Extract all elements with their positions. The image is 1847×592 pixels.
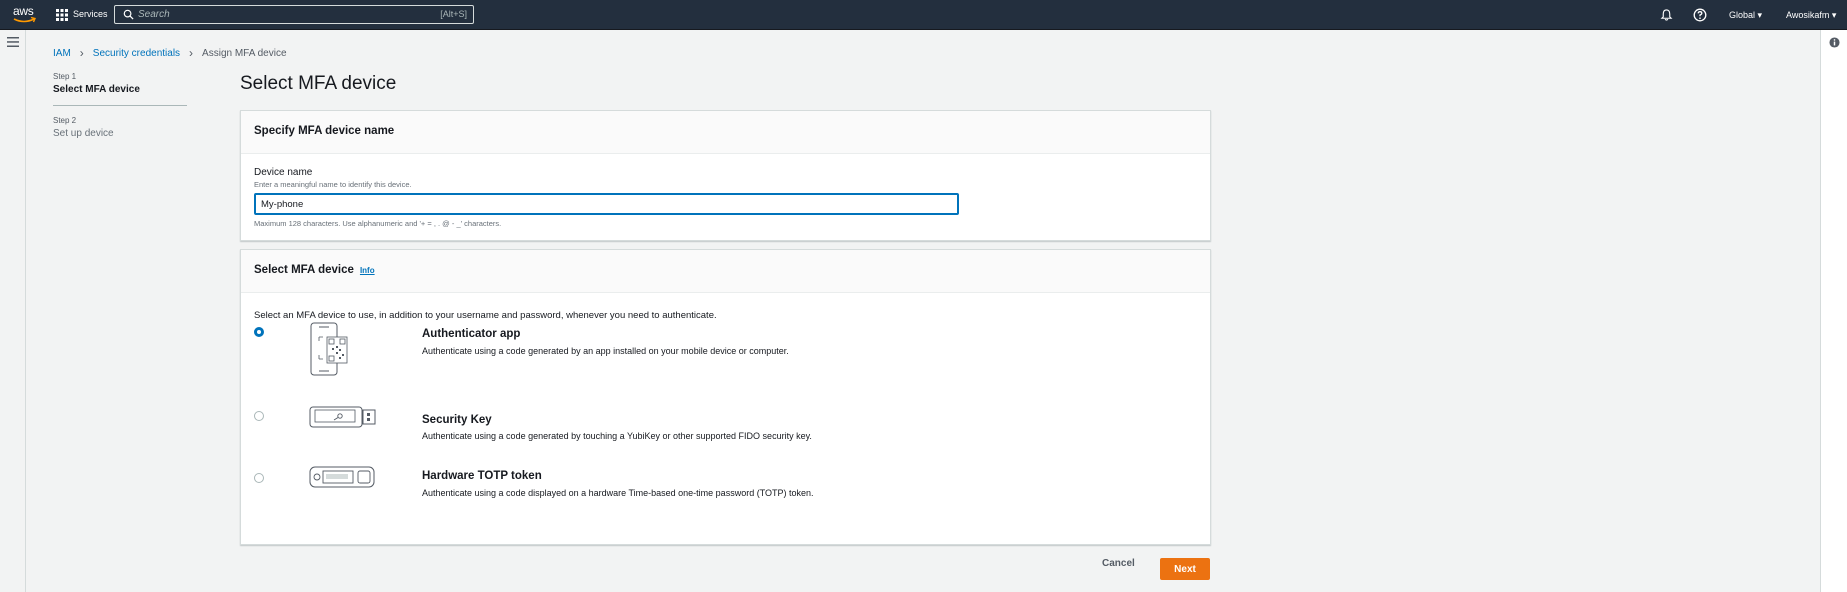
aws-smile-icon: [13, 16, 36, 23]
device-name-constraint: Maximum 128 characters. Use alphanumeric…: [254, 219, 502, 228]
help-icon[interactable]: [1693, 8, 1707, 22]
option-authenticator-app[interactable]: Authenticator app Authenticate using a c…: [254, 322, 1194, 387]
security-key-usb-icon: [309, 406, 376, 428]
notifications-bell-icon[interactable]: [1660, 8, 1673, 22]
search-icon: [123, 9, 134, 20]
wizard-steps: Step 1 Select MFA device Step 2 Set up d…: [53, 72, 187, 139]
search-shortcut-hint: [Alt+S]: [440, 9, 467, 19]
info-panel-icon[interactable]: [1829, 37, 1840, 48]
top-navigation: aws Services [Alt+S] Global ▾ Awosikafm …: [0, 0, 1847, 30]
device-name-label: Device name: [254, 167, 313, 178]
step-number: Step 1: [53, 72, 77, 81]
cancel-button[interactable]: Cancel: [1102, 558, 1135, 569]
aws-logo[interactable]: aws: [12, 4, 38, 25]
option-description: Authenticate using a code generated by t…: [422, 431, 812, 441]
authenticator-app-radio[interactable]: [254, 327, 264, 337]
hardware-totp-radio[interactable]: [254, 473, 264, 483]
info-link[interactable]: Info: [360, 266, 375, 275]
wizard-step-2: Step 2 Set up device: [53, 105, 187, 139]
search-box[interactable]: [Alt+S]: [114, 5, 474, 24]
option-description: Authenticate using a code displayed on a…: [422, 488, 814, 498]
panel-heading: Specify MFA device name: [241, 111, 1210, 154]
panel-description: Select an MFA device to use, in addition…: [254, 310, 717, 321]
option-title: Authenticator app: [422, 328, 521, 340]
breadcrumb-link-security-credentials[interactable]: Security credentials: [93, 48, 180, 59]
option-title: Security Key: [422, 414, 492, 426]
select-device-panel: Select MFA device Info Select an MFA devi…: [240, 249, 1211, 545]
option-hardware-totp-token[interactable]: Hardware TOTP token Authenticate using a…: [254, 466, 1194, 523]
device-name-input[interactable]: [254, 193, 959, 215]
next-button[interactable]: Next: [1160, 558, 1210, 580]
account-menu[interactable]: Awosikafm ▾: [1786, 10, 1836, 21]
step-label: Select MFA device: [53, 84, 140, 95]
option-title: Hardware TOTP token: [422, 470, 542, 482]
wizard-step-1: Step 1 Select MFA device: [53, 72, 187, 95]
breadcrumb-current: Assign MFA device: [202, 47, 287, 59]
panel-heading: Select MFA device Info: [241, 250, 1210, 293]
breadcrumb-link-iam[interactable]: IAM: [53, 48, 71, 59]
right-tools-rail: [1820, 30, 1847, 592]
mobile-phone-qr-icon: [310, 322, 348, 376]
hardware-token-icon: [309, 466, 375, 488]
region-selector[interactable]: Global ▾: [1729, 10, 1762, 21]
panel-heading-text: Select MFA device: [254, 264, 354, 276]
step-number: Step 2: [53, 116, 77, 125]
option-description: Authenticate using a code generated by a…: [422, 346, 789, 356]
device-name-description: Enter a meaningful name to identify this…: [254, 180, 412, 189]
option-security-key[interactable]: Security Key Authenticate using a code g…: [254, 406, 1194, 461]
left-navigation-rail: [0, 30, 26, 592]
services-grid-icon[interactable]: [56, 9, 68, 21]
step-label: Set up device: [53, 128, 114, 139]
breadcrumb: IAM › Security credentials › Assign MFA …: [53, 46, 287, 60]
services-menu-button[interactable]: Services: [73, 9, 108, 19]
chevron-right-icon: ›: [79, 46, 84, 60]
page-title: Select MFA device: [240, 73, 397, 94]
chevron-right-icon: ›: [189, 46, 194, 60]
device-name-panel: Specify MFA device name Device name Ente…: [240, 110, 1211, 241]
search-input[interactable]: [138, 7, 418, 22]
security-key-radio[interactable]: [254, 411, 264, 421]
hamburger-menu-icon[interactable]: [7, 37, 19, 47]
